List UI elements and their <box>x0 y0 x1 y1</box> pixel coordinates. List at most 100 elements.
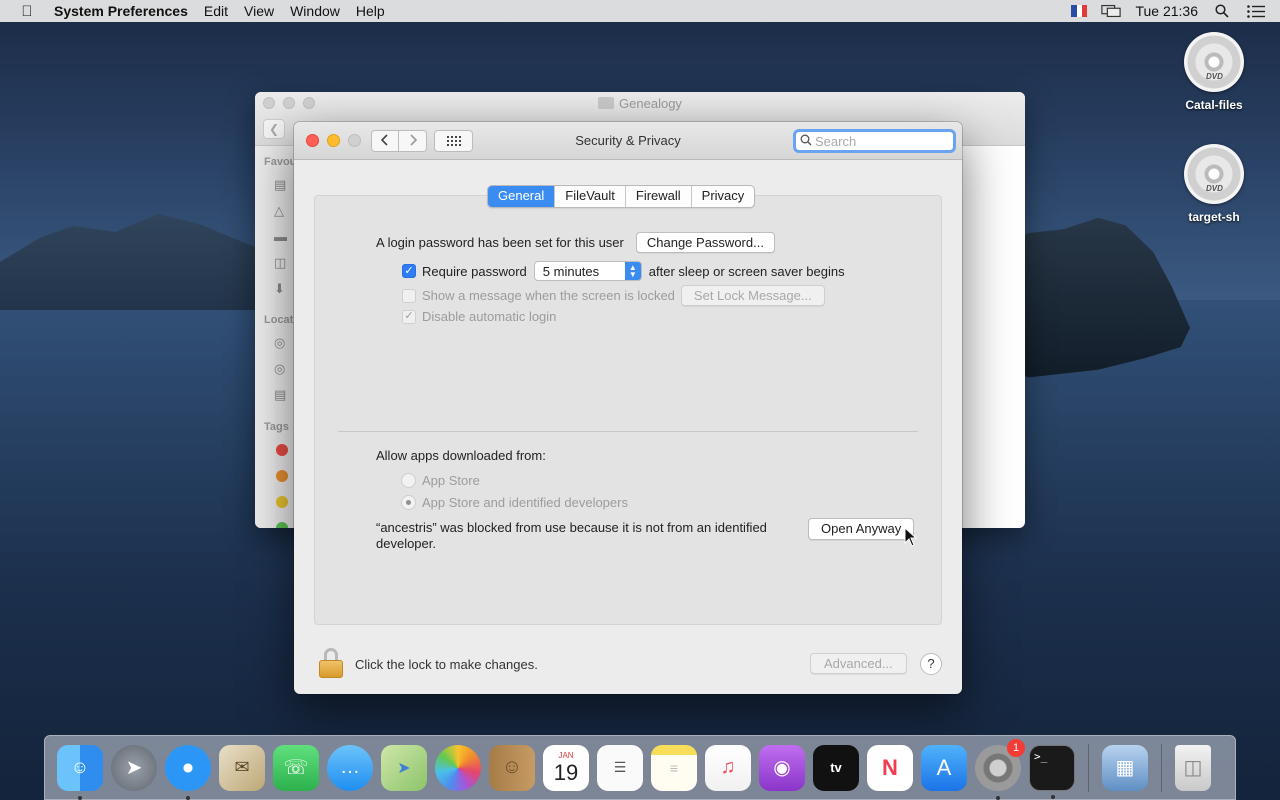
radio-identified-developers[interactable] <box>401 495 416 510</box>
allow-apps-label: Allow apps downloaded from: <box>376 448 546 463</box>
sidebar-section-tags: Tags <box>264 421 289 433</box>
menu-view[interactable]: View <box>236 3 282 19</box>
blocked-app-message: “ancestris” was blocked from use because… <box>376 520 767 551</box>
security-privacy-window[interactable]: Security & Privacy General FileVault Fir… <box>294 122 962 694</box>
hard-drive-icon[interactable]: ▤ <box>274 387 290 402</box>
sidebar-section-locations: Locat <box>264 314 294 326</box>
show-message-label: Show a message when the screen is locked <box>422 288 675 303</box>
prefs-titlebar[interactable]: Security & Privacy <box>294 122 962 160</box>
search-input[interactable] <box>815 133 945 149</box>
desktop-folder-icon[interactable]: ▬ <box>274 229 290 244</box>
input-flag-icon[interactable] <box>1071 5 1088 17</box>
desktop-icon-catal-files[interactable]: Catal-files <box>1169 32 1259 112</box>
applications-icon[interactable]: △ <box>274 203 290 218</box>
sidebar-section-favourites: Favou <box>264 156 297 168</box>
advanced-button[interactable]: Advanced... <box>810 653 907 674</box>
launchpad-icon[interactable]: ➤ <box>111 744 157 791</box>
menu-bar:  System Preferences Edit View Window He… <box>0 0 1280 22</box>
tab-privacy[interactable]: Privacy <box>690 186 755 207</box>
tab-bar: General FileVault Firewall Privacy <box>487 185 756 208</box>
documents-icon[interactable]: ◫ <box>274 255 290 270</box>
desktop-icon-label: target-sh <box>1188 210 1240 224</box>
facetime-icon[interactable]: ☏ <box>273 744 319 791</box>
help-button[interactable]: ? <box>920 653 942 675</box>
spotlight-icon[interactable] <box>1212 4 1232 18</box>
radio-app-store[interactable] <box>401 473 416 488</box>
folder-icon <box>598 97 615 109</box>
require-password-checkbox[interactable]: ✓ <box>402 264 416 278</box>
apple-icon[interactable]:  <box>0 3 54 20</box>
tab-general[interactable]: General <box>488 186 555 207</box>
disc-location-icon[interactable]: ◎ <box>274 335 290 350</box>
system-preferences-icon[interactable]: 1 <box>975 738 1025 800</box>
calendar-month: JAN <box>558 750 574 760</box>
tab-filevault[interactable]: FileVault <box>554 186 625 207</box>
require-password-row: ✓ Require password 5 minutes ▲ ▼ after sl… <box>402 261 845 281</box>
app-store-icon[interactable]: A <box>921 744 967 791</box>
login-password-row: A login password has been set for this u… <box>376 232 775 253</box>
after-sleep-text: after sleep or screen saver begins <box>648 263 845 279</box>
menu-window[interactable]: Window <box>282 3 348 19</box>
contacts-icon[interactable]: ☺ <box>489 744 535 791</box>
menu-clock[interactable]: Tue 21:36 <box>1135 3 1198 19</box>
recents-icon[interactable]: ▤ <box>274 177 290 192</box>
dock-separator <box>1088 743 1089 792</box>
show-message-row: Show a message when the screen is locked… <box>402 285 825 306</box>
lock-text: Click the lock to make changes. <box>355 657 538 672</box>
change-password-button[interactable]: Change Password... <box>635 232 775 253</box>
photos-icon[interactable] <box>435 744 481 791</box>
open-anyway-button[interactable]: Open Anyway <box>808 518 915 540</box>
disable-auto-login-label: Disable automatic login <box>422 309 557 324</box>
news-icon[interactable]: N <box>867 744 913 791</box>
tag-yellow-icon[interactable] <box>276 496 288 508</box>
disc-location-icon[interactable]: ◎ <box>274 361 290 376</box>
radio-identified-label: App Store and identified developers <box>422 495 628 510</box>
reminders-icon[interactable]: ☰ <box>597 744 643 791</box>
dvd-disc-icon <box>1184 144 1244 204</box>
lock-icon[interactable] <box>319 648 343 678</box>
radio-app-store-row: App Store <box>401 473 480 488</box>
disable-auto-login-checkbox[interactable]: ✓ <box>402 309 416 324</box>
require-password-label: Require password <box>422 263 527 279</box>
podcasts-icon[interactable]: ◉ <box>759 744 805 791</box>
menu-app-name[interactable]: System Preferences <box>54 3 196 19</box>
finder-title-text: Genealogy <box>619 96 682 111</box>
search-field[interactable] <box>793 129 956 153</box>
finder-title: Genealogy <box>255 96 1025 111</box>
dock: ☺ ➤ ✉ ☏ … ➤ ☺ JAN 19 ☰ ≡ ♫ ◉ tv N A 1 >_… <box>44 735 1236 800</box>
mouse-cursor-icon <box>904 527 918 547</box>
show-message-checkbox[interactable] <box>402 288 416 303</box>
downloads-icon[interactable]: ⬇ <box>274 281 290 296</box>
tag-orange-icon[interactable] <box>276 470 288 482</box>
calendar-icon[interactable]: JAN 19 <box>543 744 589 791</box>
password-delay-select[interactable]: 5 minutes ▲ ▼ <box>533 261 642 281</box>
notes-icon[interactable]: ≡ <box>651 744 697 791</box>
desktop-icon-target-sh[interactable]: target-sh <box>1169 144 1259 224</box>
tv-icon[interactable]: tv <box>813 744 859 791</box>
tab-firewall[interactable]: Firewall <box>624 186 691 207</box>
messages-icon[interactable]: … <box>327 744 373 791</box>
general-panel <box>314 195 942 625</box>
music-icon[interactable]: ♫ <box>705 744 751 791</box>
menu-edit[interactable]: Edit <box>196 3 236 19</box>
terminal-icon[interactable]: >_ <box>1029 744 1075 799</box>
finder-icon[interactable]: ☺ <box>57 744 103 800</box>
search-icon <box>800 134 812 149</box>
footer-bar: Click the lock to make changes. Advanced… <box>294 642 962 694</box>
display-mirror-icon[interactable] <box>1101 4 1122 18</box>
preview-icon[interactable]: ▦ <box>1102 744 1148 791</box>
tag-green-icon[interactable] <box>276 522 288 528</box>
set-lock-message-button[interactable]: Set Lock Message... <box>680 285 825 306</box>
mail-icon[interactable]: ✉ <box>219 744 265 791</box>
select-arrows-icon: ▲ ▼ <box>624 262 641 280</box>
maps-icon[interactable]: ➤ <box>381 744 427 791</box>
desktop-icon-label: Catal-files <box>1185 98 1243 112</box>
trash-icon[interactable]: ◫ <box>1175 744 1211 791</box>
password-delay-value: 5 minutes <box>542 263 600 279</box>
radio-identified-row: App Store and identified developers <box>401 495 628 510</box>
menu-help[interactable]: Help <box>348 3 393 19</box>
notification-center-icon[interactable] <box>1246 4 1266 18</box>
tag-red-icon[interactable] <box>276 444 288 456</box>
finder-back-button[interactable]: ❮ <box>263 119 285 139</box>
safari-icon[interactable] <box>165 744 211 800</box>
